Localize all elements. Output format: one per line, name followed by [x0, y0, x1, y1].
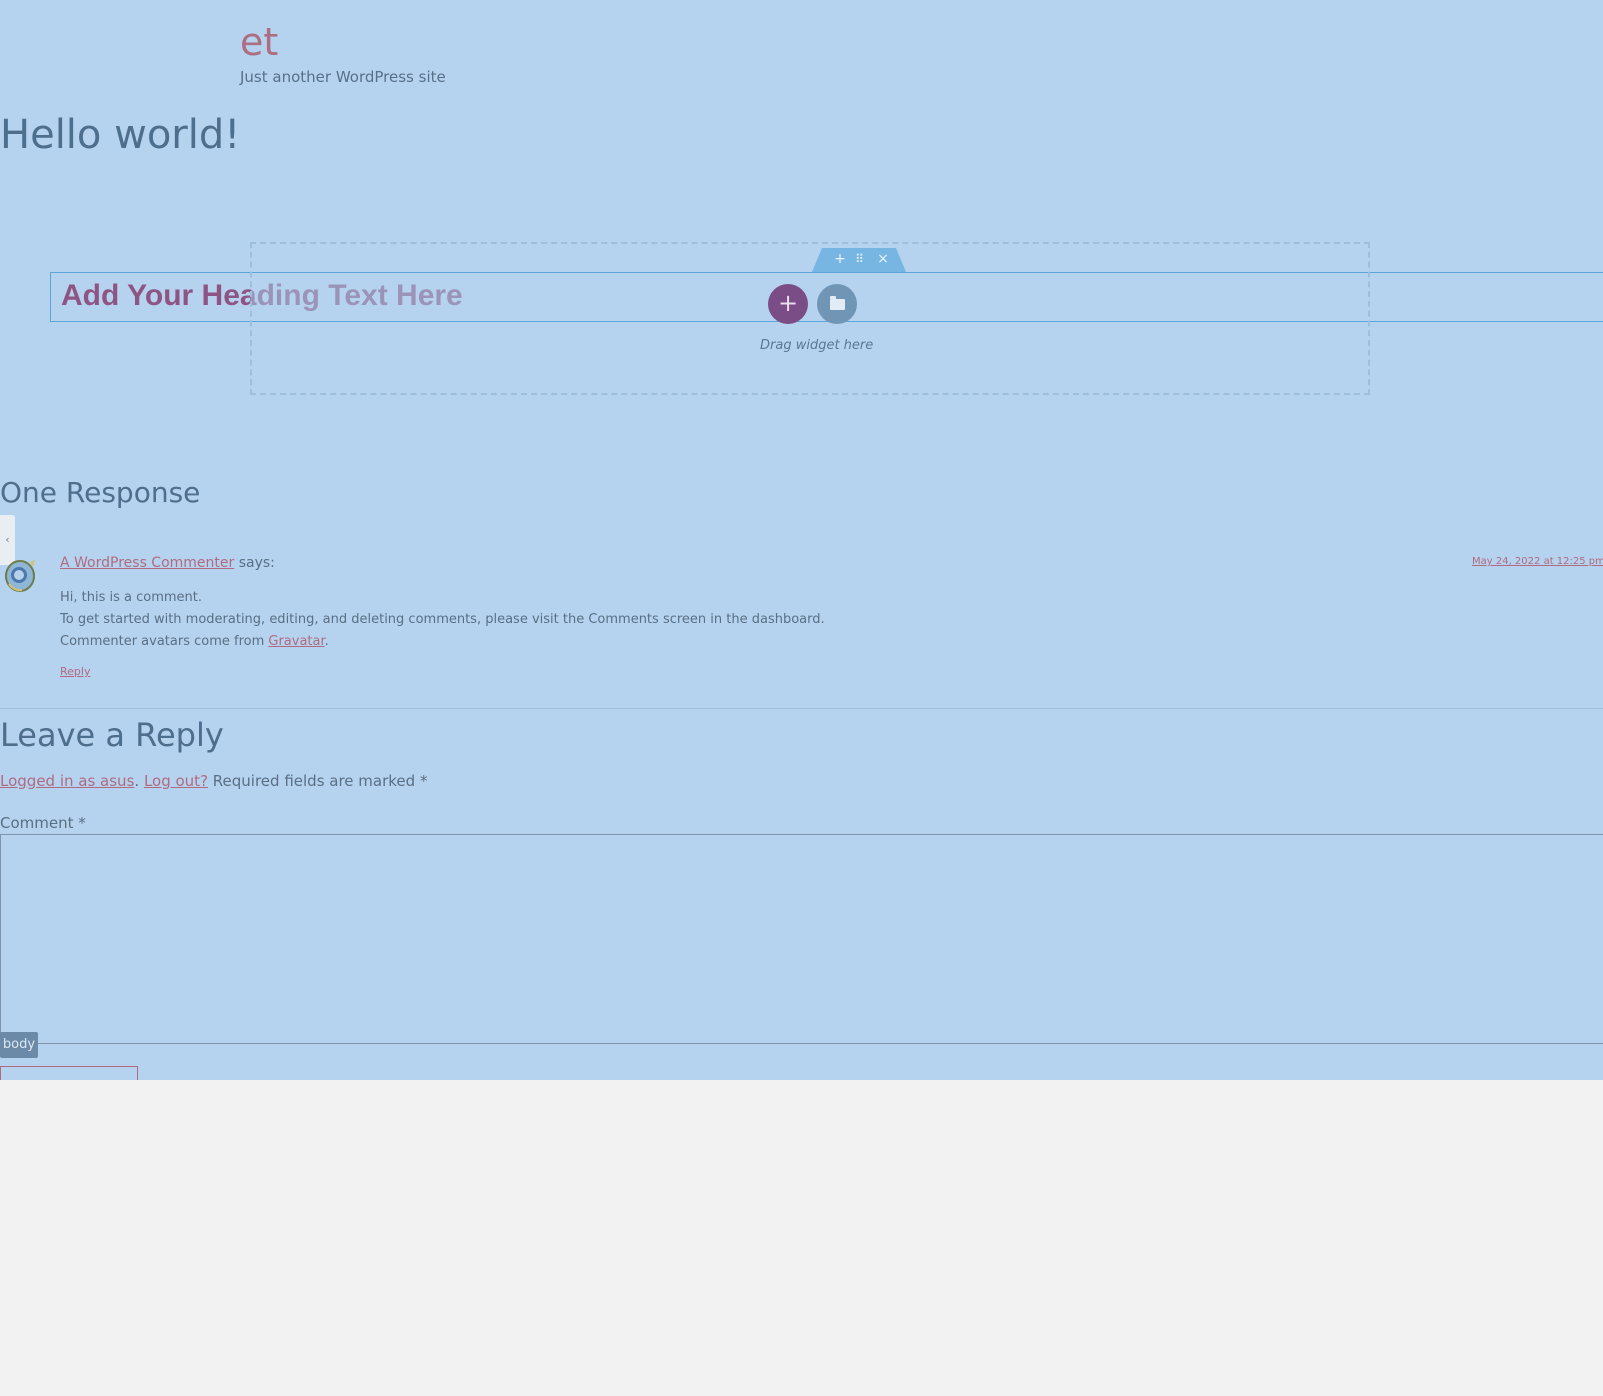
post-title: Hello world! [0, 112, 241, 158]
close-icon[interactable]: × [875, 251, 891, 267]
plus-icon[interactable]: + [832, 251, 848, 267]
required-note: Required fields are marked * [208, 772, 428, 790]
comment-author-line: A WordPress Commenter says: [60, 555, 275, 571]
comments-title: One Response [0, 476, 201, 509]
comment-line: Commenter avatars come from Gravatar. [60, 634, 329, 649]
comment-says: says: [234, 555, 275, 571]
comment-field-label: Comment * [0, 814, 86, 832]
comment-body: Hi, this is a comment. To get started wi… [60, 587, 825, 653]
logged-in-link[interactable]: Logged in as asus [0, 772, 134, 790]
logout-link[interactable]: Log out? [144, 772, 208, 790]
comment-author-link[interactable]: A WordPress Commenter [60, 555, 234, 571]
site-tagline: Just another WordPress site [240, 68, 446, 86]
add-new-section-button[interactable]: + [768, 284, 808, 324]
drag-widget-hint: Drag widget here [760, 338, 874, 353]
editor-preview-overlay: et Just another WordPress site Hello wor… [0, 0, 1603, 1080]
site-title[interactable]: et [240, 16, 278, 68]
logged-in-line: Logged in as asus. Log out? Required fie… [0, 772, 428, 790]
section-handle-tab[interactable]: + ⠿ × [812, 248, 906, 272]
element-tag-badge[interactable]: body [0, 1032, 38, 1058]
comment-reply-link[interactable]: Reply [60, 665, 90, 678]
post-comment-button[interactable] [0, 1066, 138, 1080]
commenter-avatar [5, 560, 35, 592]
comment-line: To get started with moderating, editing,… [60, 612, 825, 627]
folder-icon [830, 296, 845, 310]
leave-reply-title: Leave a Reply [0, 716, 224, 754]
empty-section-drop-zone[interactable] [250, 242, 1370, 395]
drag-handle-icon[interactable]: ⠿ [851, 252, 867, 266]
comment-line: Hi, this is a comment. [60, 590, 203, 605]
section-divider [0, 708, 1603, 709]
add-template-button[interactable] [817, 284, 857, 324]
chevron-left-icon: ‹ [5, 533, 10, 546]
comment-textarea[interactable] [0, 834, 1603, 1044]
gravatar-link[interactable]: Gravatar [268, 634, 324, 649]
comment-date-link[interactable]: May 24, 2022 at 12:25 pm [1472, 556, 1603, 567]
